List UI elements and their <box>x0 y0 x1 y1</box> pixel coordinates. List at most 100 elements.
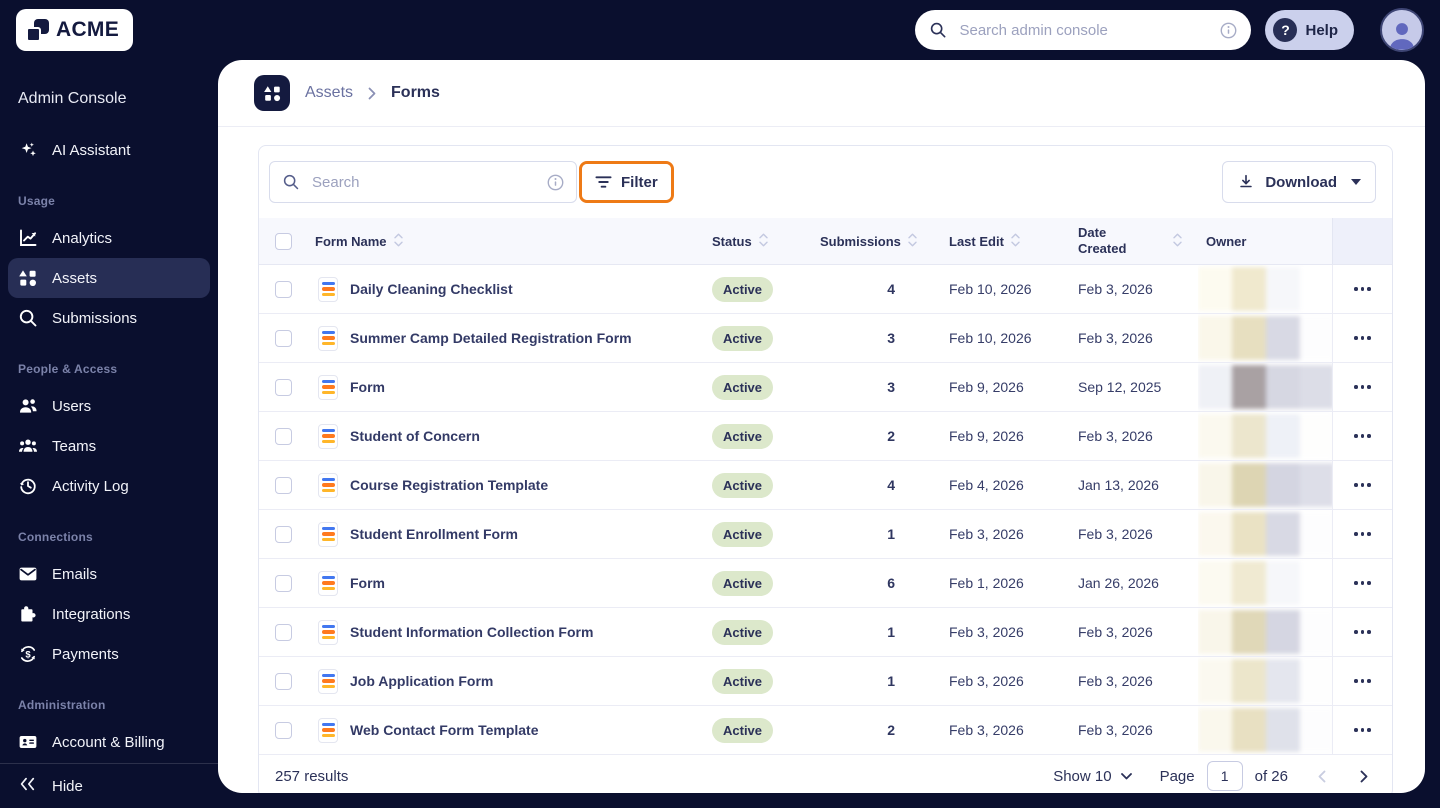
table-search-input[interactable] <box>310 172 537 192</box>
sort-icon <box>908 233 917 250</box>
section-label-usage: Usage <box>18 194 56 208</box>
row-actions-button[interactable] <box>1348 477 1377 493</box>
sidebar-item-submissions[interactable]: Submissions <box>8 298 210 338</box>
activity-log-icon <box>18 476 38 496</box>
chevron-right-icon <box>1360 770 1368 782</box>
date-created: Feb 3, 2026 <box>1078 526 1153 542</box>
status-badge: Active <box>712 472 774 498</box>
sidebar-item-payments[interactable]: $ Payments <box>8 634 210 674</box>
form-icon <box>318 668 338 694</box>
payments-icon: $ <box>18 644 38 664</box>
form-icon <box>318 325 338 351</box>
owner-redacted <box>1198 608 1332 656</box>
row-checkbox[interactable] <box>274 672 292 690</box>
row-actions-button[interactable] <box>1348 673 1377 689</box>
breadcrumb-forms: Forms <box>391 84 440 101</box>
row-checkbox[interactable] <box>274 427 292 445</box>
previous-page-button[interactable] <box>1318 770 1326 783</box>
row-checkbox[interactable] <box>274 329 292 347</box>
form-name-link[interactable]: Student of Concern <box>350 428 480 444</box>
row-checkbox[interactable] <box>274 525 292 543</box>
sidebar-item-ai-assistant[interactable]: AI Assistant <box>8 130 210 170</box>
select-all-checkbox[interactable] <box>274 232 292 250</box>
show-per-page-dropdown[interactable]: Show 10 <box>1053 768 1132 785</box>
table-row: Summer Camp Detailed Registration Form Ac… <box>259 314 1392 363</box>
sort-icon <box>1173 233 1182 250</box>
sidebar-hide-button[interactable]: Hide <box>0 763 218 808</box>
sidebar-item-analytics[interactable]: Analytics <box>8 218 210 258</box>
row-checkbox[interactable] <box>274 721 292 739</box>
row-actions-button[interactable] <box>1348 526 1377 542</box>
row-checkbox[interactable] <box>274 378 292 396</box>
form-name-link[interactable]: Student Information Collection Form <box>350 624 593 640</box>
column-header-date-created[interactable]: Date Created <box>1070 218 1198 264</box>
sidebar-item-assets[interactable]: Assets <box>8 258 210 298</box>
row-actions-button[interactable] <box>1348 428 1377 444</box>
row-actions-button[interactable] <box>1348 575 1377 591</box>
page-number-input[interactable] <box>1206 761 1243 791</box>
row-actions-button[interactable] <box>1348 624 1377 640</box>
help-button[interactable]: ? Help <box>1265 10 1354 50</box>
last-edit-date: Feb 9, 2026 <box>949 428 1024 444</box>
row-checkbox[interactable] <box>274 623 292 641</box>
filter-highlight-box: Filter <box>579 161 674 203</box>
table-search-bar[interactable] <box>269 161 577 203</box>
row-checkbox[interactable] <box>274 476 292 494</box>
form-name-link[interactable]: Student Enrollment Form <box>350 526 518 542</box>
filter-button[interactable]: Filter <box>582 164 671 200</box>
status-badge: Active <box>712 570 774 596</box>
sidebar-item-account-billing[interactable]: Account & Billing <box>8 722 210 762</box>
row-checkbox[interactable] <box>274 574 292 592</box>
magnifier-icon <box>929 21 947 39</box>
form-icon <box>318 423 338 449</box>
date-created: Jan 26, 2026 <box>1078 575 1159 591</box>
row-actions-button[interactable] <box>1348 281 1377 297</box>
page-total: of 26 <box>1254 767 1288 785</box>
column-header-last-edit[interactable]: Last Edit <box>941 218 1070 264</box>
form-name-link[interactable]: Form <box>350 379 385 395</box>
form-name-link[interactable]: Form <box>350 575 385 591</box>
form-name-link[interactable]: Web Contact Form Template <box>350 722 539 738</box>
row-checkbox[interactable] <box>274 280 292 298</box>
chevron-left-icon <box>1318 770 1326 782</box>
filter-icon <box>595 175 612 189</box>
owner-redacted <box>1198 265 1332 313</box>
help-icon: ? <box>1273 18 1298 42</box>
email-icon <box>18 564 38 584</box>
sidebar-item-teams[interactable]: Teams <box>8 426 210 466</box>
last-edit-date: Feb 3, 2026 <box>949 673 1024 689</box>
download-button[interactable]: Download <box>1222 161 1376 203</box>
status-badge: Active <box>712 423 774 449</box>
table-row: Form Active 6 Feb 1, 2026 Jan 26, 2026 <box>259 559 1392 608</box>
sidebar-item-users[interactable]: Users <box>8 386 210 426</box>
sidebar-item-activity-log[interactable]: Activity Log <box>8 466 210 506</box>
hide-icon <box>18 776 36 796</box>
form-name-link[interactable]: Job Application Form <box>350 673 493 689</box>
last-edit-date: Feb 1, 2026 <box>949 575 1024 591</box>
row-actions-button[interactable] <box>1348 722 1377 738</box>
avatar[interactable] <box>1380 8 1424 52</box>
row-actions-button[interactable] <box>1348 330 1377 346</box>
status-badge: Active <box>712 619 774 645</box>
form-name-link[interactable]: Course Registration Template <box>350 477 548 493</box>
column-header-form-name[interactable]: Form Name <box>307 218 704 264</box>
breadcrumb-assets[interactable]: Assets <box>305 84 353 102</box>
next-page-button[interactable] <box>1360 770 1368 783</box>
admin-search-bar[interactable] <box>915 10 1252 50</box>
row-actions-button[interactable] <box>1348 379 1377 395</box>
last-edit-date: Feb 3, 2026 <box>949 624 1024 640</box>
page-label: Page <box>1159 767 1195 785</box>
owner-redacted <box>1198 559 1332 607</box>
admin-search-input[interactable] <box>957 20 1211 40</box>
form-name-link[interactable]: Summer Camp Detailed Registration Form <box>350 330 632 346</box>
form-name-link[interactable]: Daily Cleaning Checklist <box>350 281 513 297</box>
sidebar-title: Admin Console <box>18 90 127 107</box>
column-header-submissions[interactable]: Submissions <box>812 218 941 264</box>
last-edit-date: Feb 3, 2026 <box>949 526 1024 542</box>
sidebar-item-integrations[interactable]: Integrations <box>8 594 210 634</box>
top-bar: ACME ? Help <box>0 0 1440 60</box>
sidebar-item-emails[interactable]: Emails <box>8 554 210 594</box>
owner-redacted <box>1198 461 1332 509</box>
submissions-count: 1 <box>887 624 895 640</box>
column-header-status[interactable]: Status <box>704 218 812 264</box>
